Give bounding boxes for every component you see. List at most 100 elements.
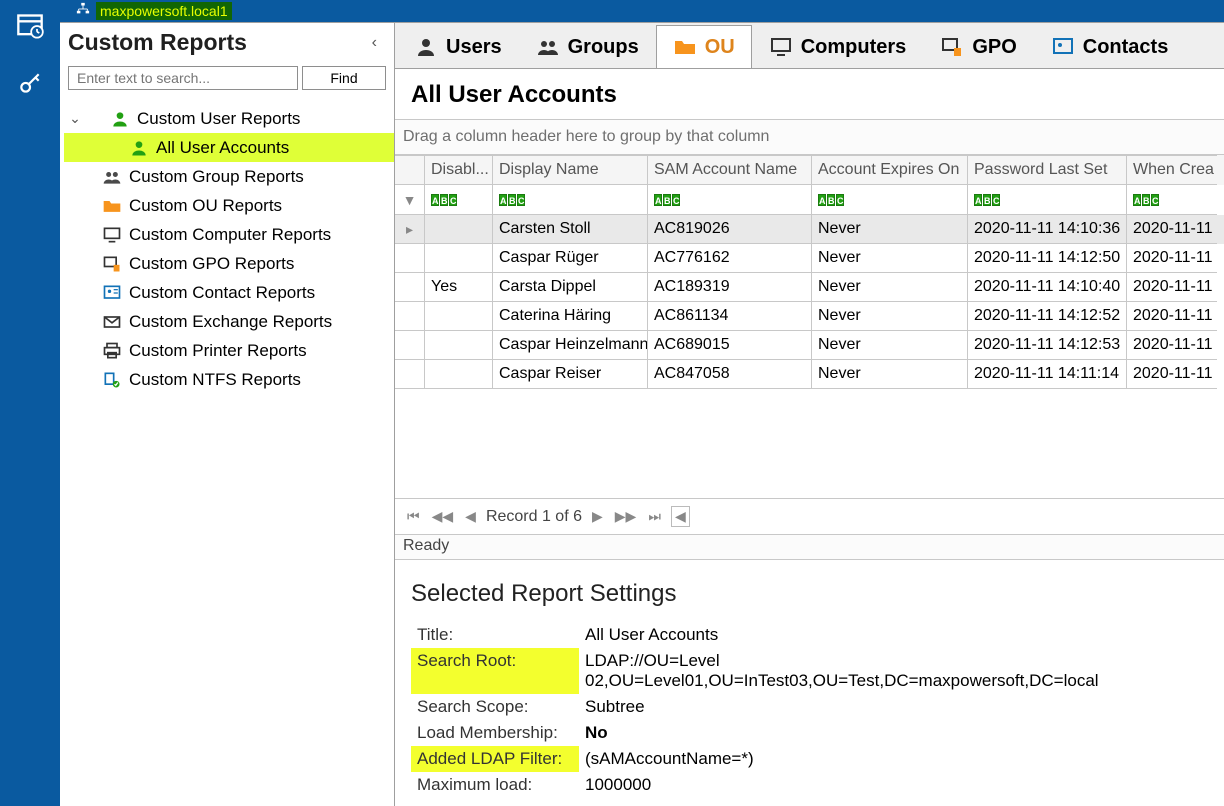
filter-icon[interactable]: ▼ — [403, 192, 417, 208]
tree-label: Custom Printer Reports — [129, 341, 307, 361]
col-header-display-name[interactable]: Display Name — [493, 155, 648, 185]
tree-item-custom-contact-reports[interactable]: Custom Contact Reports — [64, 278, 394, 307]
sidebar-search-input[interactable] — [68, 66, 298, 90]
table-row[interactable]: Caspar HeinzelmannAC689015Never2020-11-1… — [395, 331, 1224, 360]
pager-extra-icon[interactable]: ◀ — [671, 506, 690, 527]
col-header-expires[interactable]: Account Expires On — [812, 155, 968, 185]
tree-item-custom-computer-reports[interactable]: Custom Computer Reports — [64, 220, 394, 249]
tree-label: Custom Computer Reports — [129, 225, 331, 245]
tree-item-custom-ou-reports[interactable]: Custom OU Reports — [64, 191, 394, 220]
selected-report-settings: Selected Report Settings Title:All User … — [395, 560, 1224, 806]
tree-label: Custom Contact Reports — [129, 283, 315, 303]
network-icon — [76, 2, 90, 21]
sidebar-tree: ⌄ Custom User Reports All User Accounts … — [60, 100, 394, 394]
mail-icon — [102, 312, 122, 332]
pager-first-icon[interactable]: ⏮ — [405, 508, 422, 525]
data-grid: Disabl... Display Name SAM Account Name … — [395, 155, 1224, 498]
group-by-drop-area[interactable]: Drag a column header here to group by th… — [395, 119, 1224, 155]
main-column: maxpowersoft.local1 Custom Reports ‹ Fin… — [60, 0, 1224, 806]
key-icon[interactable] — [12, 66, 48, 102]
tab-groups[interactable]: Groups — [519, 25, 656, 68]
printer-icon — [102, 341, 122, 361]
tree-label: Custom OU Reports — [129, 196, 282, 216]
tree-item-custom-gpo-reports[interactable]: Custom GPO Reports — [64, 249, 394, 278]
user-icon — [110, 109, 130, 129]
tree-label: Custom NTFS Reports — [129, 370, 301, 390]
filter-cell[interactable]: ABC — [493, 185, 648, 215]
col-header-disabled[interactable]: Disabl... — [425, 155, 493, 185]
sidebar-collapse-icon[interactable]: ‹ — [368, 34, 381, 52]
col-header-sam[interactable]: SAM Account Name — [648, 155, 812, 185]
tree-item-custom-printer-reports[interactable]: Custom Printer Reports — [64, 336, 394, 365]
filter-cell[interactable]: ABC — [812, 185, 968, 215]
table-row[interactable]: YesCarsta DippelAC189319Never2020-11-11 … — [395, 273, 1224, 302]
pager-last-icon[interactable]: ⏭ — [646, 508, 663, 525]
sidebar-find-button[interactable]: Find — [302, 66, 386, 90]
tab-gpo[interactable]: GPO — [923, 25, 1033, 68]
pager-prev-icon[interactable]: ◀ — [463, 508, 478, 525]
grid-body: ▸Carsten StollAC819026Never2020-11-11 14… — [395, 215, 1224, 389]
grid-filter-row: ▼ ABC ABC ABC ABC ABC ABC — [395, 185, 1224, 215]
table-row[interactable]: Caterina HäringAC861134Never2020-11-11 1… — [395, 302, 1224, 331]
pager-next-icon[interactable]: ▶ — [590, 508, 605, 525]
settings-row: Search Scope:Subtree — [411, 694, 1208, 720]
user-icon — [129, 138, 149, 158]
settings-row: Search Root:LDAP://OU=Level 02,OU=Level0… — [411, 648, 1208, 694]
tab-label: Computers — [801, 36, 907, 59]
pager-position: Record 1 of 6 — [486, 508, 582, 526]
report-title: All User Accounts — [395, 69, 1224, 119]
pager: ⏮ ◀◀ ◀ Record 1 of 6 ▶ ▶▶ ⏭ ◀ — [395, 498, 1224, 534]
folder-icon — [102, 196, 122, 216]
domain-label: maxpowersoft.local1 — [96, 2, 232, 20]
filter-cell[interactable]: ABC — [648, 185, 812, 215]
settings-row: Load Membership:No — [411, 720, 1208, 746]
tree-item-custom-group-reports[interactable]: Custom Group Reports — [64, 162, 394, 191]
tree-label: Custom User Reports — [137, 109, 300, 129]
pager-prev-page-icon[interactable]: ◀◀ — [430, 508, 456, 525]
tree-item-custom-ntfs-reports[interactable]: Custom NTFS Reports — [64, 365, 394, 394]
tabs: Users Groups OU Computers GPO Contacts — [395, 23, 1224, 69]
tab-computers[interactable]: Computers — [752, 25, 924, 68]
pager-next-page-icon[interactable]: ▶▶ — [613, 508, 639, 525]
gpo-icon — [102, 254, 122, 274]
computer-icon — [102, 225, 122, 245]
tree-item-custom-exchange-reports[interactable]: Custom Exchange Reports — [64, 307, 394, 336]
tab-label: OU — [705, 36, 735, 59]
left-rail — [0, 0, 60, 806]
filter-cell[interactable]: ABC — [425, 185, 493, 215]
settings-row: Added LDAP Filter:(sAMAccountName=*) — [411, 746, 1208, 772]
settings-heading: Selected Report Settings — [411, 580, 1208, 608]
tab-ou[interactable]: OU — [656, 25, 752, 68]
filter-cell[interactable]: ABC — [1127, 185, 1217, 215]
table-row[interactable]: Caspar RügerAC776162Never2020-11-11 14:1… — [395, 244, 1224, 273]
settings-row: Title:All User Accounts — [411, 622, 1208, 648]
col-header-created[interactable]: When Crea — [1127, 155, 1217, 185]
tab-contacts[interactable]: Contacts — [1034, 25, 1186, 68]
tree-item-custom-user-reports[interactable]: ⌄ Custom User Reports — [64, 104, 394, 133]
contact-icon — [102, 283, 122, 303]
filter-cell[interactable]: ABC — [968, 185, 1127, 215]
tree-label: Custom Group Reports — [129, 167, 304, 187]
sidebar: Custom Reports ‹ Find ⌄ Custom User Repo… — [60, 23, 395, 806]
scheduled-reports-icon[interactable] — [12, 8, 48, 44]
table-row[interactable]: ▸Carsten StollAC819026Never2020-11-11 14… — [395, 215, 1224, 244]
tree-label: Custom Exchange Reports — [129, 312, 332, 332]
chevron-down-icon[interactable]: ⌄ — [68, 110, 82, 127]
tab-label: Contacts — [1083, 36, 1169, 59]
tab-label: Groups — [568, 36, 639, 59]
status-bar: Ready — [395, 534, 1224, 560]
ntfs-icon — [102, 370, 122, 390]
tree-label: All User Accounts — [156, 138, 289, 158]
group-icon — [102, 167, 122, 187]
tab-users[interactable]: Users — [397, 25, 519, 68]
tab-label: Users — [446, 36, 502, 59]
table-row[interactable]: Caspar ReiserAC847058Never2020-11-11 14:… — [395, 360, 1224, 389]
content-area: Users Groups OU Computers GPO Contacts A… — [395, 23, 1224, 806]
tree-label: Custom GPO Reports — [129, 254, 294, 274]
sidebar-title: Custom Reports — [68, 29, 368, 56]
grid-header-row: Disabl... Display Name SAM Account Name … — [395, 155, 1224, 185]
tab-label: GPO — [972, 36, 1016, 59]
col-header-pwd[interactable]: Password Last Set — [968, 155, 1127, 185]
tree-item-all-user-accounts[interactable]: All User Accounts — [64, 133, 394, 162]
domain-band: maxpowersoft.local1 — [60, 0, 1224, 22]
